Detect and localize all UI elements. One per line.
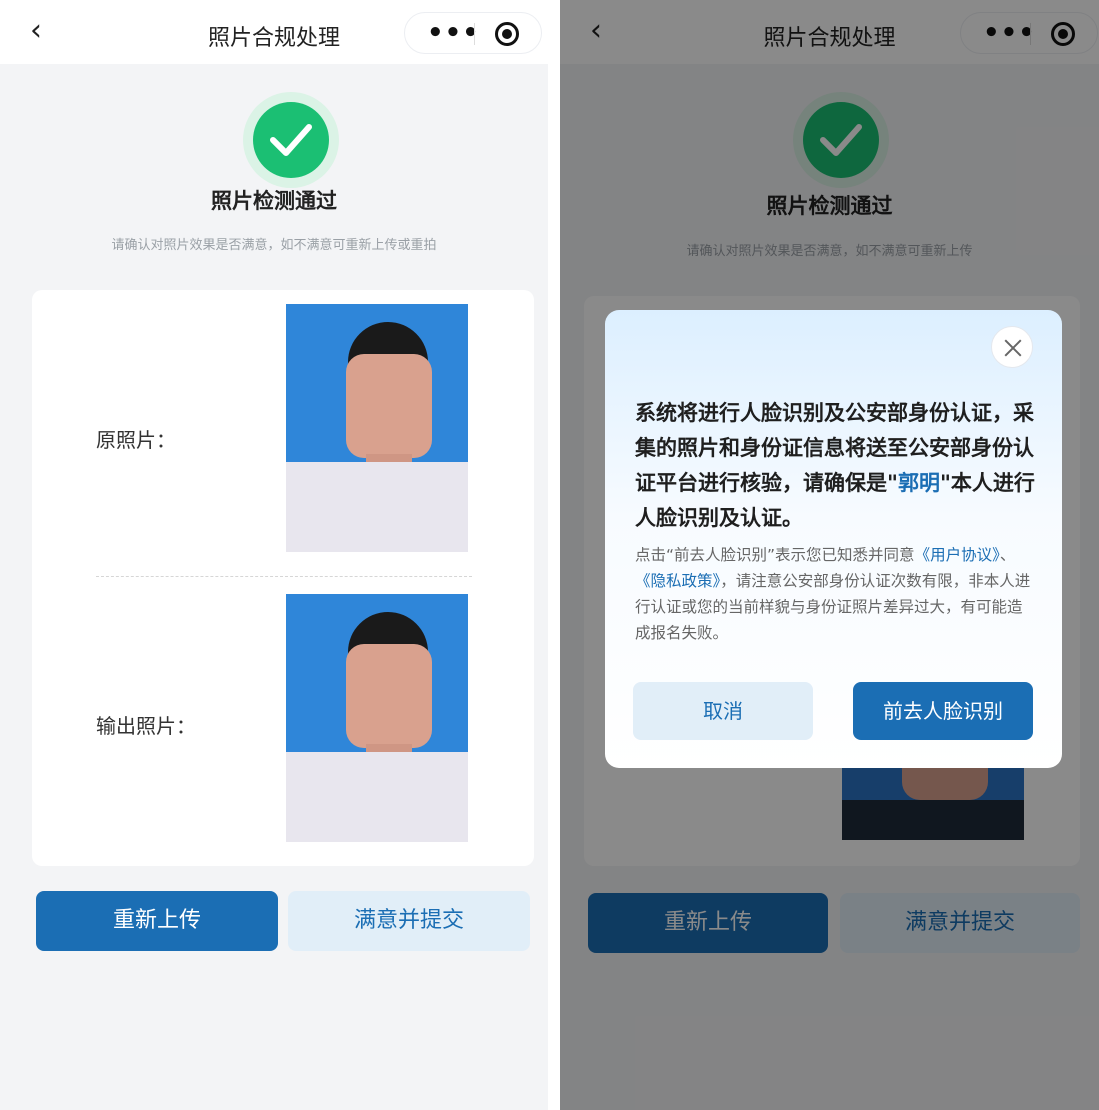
go-face-recognition-button[interactable]: 前去人脸识别 bbox=[853, 682, 1033, 740]
user-name: 郭明 bbox=[897, 471, 940, 495]
close-icon[interactable] bbox=[991, 326, 1033, 368]
photo-shirt bbox=[286, 462, 468, 552]
screen-photo-check: ‹ 照片合规处理 ••• 照片检测通过 请确认对照片效果是否满意，如不满意可重新… bbox=[0, 0, 548, 1110]
submit-button[interactable]: 满意并提交 bbox=[288, 891, 530, 951]
original-photo-label: 原照片： bbox=[96, 428, 176, 452]
cancel-button[interactable]: 取消 bbox=[633, 682, 813, 740]
target-icon[interactable] bbox=[495, 22, 519, 46]
check-halo bbox=[243, 92, 339, 188]
status-hint: 请确认对照片效果是否满意，如不满意可重新上传或重拍 bbox=[111, 238, 437, 253]
output-photo-label: 输出照片： bbox=[96, 714, 196, 738]
check-icon bbox=[253, 102, 329, 178]
original-photo bbox=[286, 304, 468, 552]
dialog-heading: 系统将进行人脸识别及公安部身份认证，采集的照片和身份证信息将送至公安部身份认证平… bbox=[635, 396, 1035, 536]
capsule-menu: ••• bbox=[404, 12, 542, 54]
privacy-policy-link[interactable]: 《隐私政策》 bbox=[635, 572, 720, 590]
screen-face-auth-dialog: ‹ 照片合规处理 ••• 照片检测通过 请确认对照片效果是否满意，如不满意可重新… bbox=[560, 0, 1099, 1110]
user-agreement-link[interactable]: 《用户协议》 bbox=[915, 546, 1000, 564]
photo-card: 原照片： 输出照片： bbox=[32, 290, 534, 866]
photo-face bbox=[346, 354, 432, 458]
photo-shirt bbox=[286, 752, 468, 842]
more-icon[interactable]: ••• bbox=[427, 13, 480, 53]
body-separator: 、 bbox=[999, 546, 1016, 564]
body-text: 点击“前去人脸识别”表示您已知悉并同意 bbox=[635, 546, 915, 564]
status-title: 照片检测通过 bbox=[211, 189, 337, 213]
dialog-body: 点击“前去人脸识别”表示您已知悉并同意《用户协议》、《隐私政策》，请注意公安部身… bbox=[635, 542, 1035, 646]
reupload-button[interactable]: 重新上传 bbox=[36, 891, 278, 951]
card-divider bbox=[96, 576, 472, 577]
nav-bar: ‹ 照片合规处理 ••• bbox=[0, 0, 548, 64]
photo-face bbox=[346, 644, 432, 748]
capsule-divider bbox=[474, 23, 475, 45]
face-auth-dialog: 系统将进行人脸识别及公安部身份认证，采集的照片和身份证信息将送至公安部身份认证平… bbox=[605, 310, 1062, 768]
output-photo bbox=[286, 594, 468, 842]
